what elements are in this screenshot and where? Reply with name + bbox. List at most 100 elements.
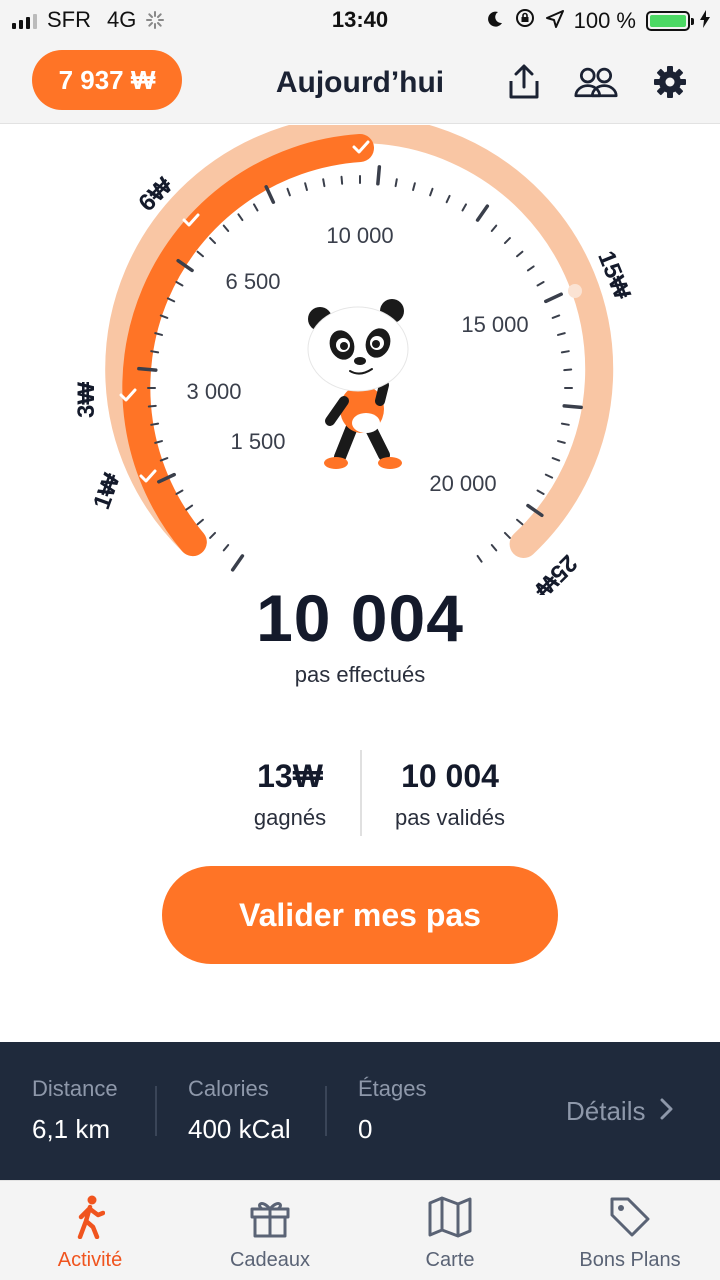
gauge-tick	[503, 237, 511, 245]
status-bar: SFR 4G 13:40 100 %	[0, 0, 720, 40]
validated-stat: 10 004 pas validés	[370, 758, 530, 831]
tick-label: 15 000	[461, 312, 528, 337]
gauge-tick	[394, 178, 398, 188]
points-balance-button[interactable]: 7 937 ₩	[32, 50, 182, 110]
validate-steps-button[interactable]: Valider mes pas	[162, 866, 558, 964]
earned-value: 13₩	[257, 758, 323, 794]
gauge-tick	[475, 204, 490, 222]
tab-carte[interactable]: Carte	[360, 1181, 540, 1280]
gauge-tick	[222, 544, 230, 552]
gauge-tick	[322, 178, 326, 188]
gauge-tick	[544, 292, 563, 304]
gift-icon	[248, 1195, 292, 1241]
tab-label: Bons Plans	[579, 1249, 681, 1271]
gauge-tick	[516, 518, 524, 526]
gauge-tick	[445, 194, 451, 204]
rotation-lock-icon	[514, 7, 536, 35]
tab-label: Carte	[425, 1249, 475, 1271]
panda-mascot	[307, 299, 409, 469]
gauge-tick	[209, 531, 217, 539]
battery-icon	[646, 11, 694, 31]
gauge-tick	[429, 187, 434, 197]
validated-value: 10 004	[401, 758, 499, 794]
gauge-tick	[476, 554, 483, 563]
gauge-tick	[222, 224, 230, 232]
gauge-tick	[544, 473, 554, 479]
gauge-tick	[536, 489, 545, 495]
gauge-tick	[412, 182, 416, 191]
floors-label: Étages	[358, 1076, 427, 1101]
floors-value: 0	[358, 1114, 373, 1144]
gauge-tick	[209, 237, 217, 245]
gauge-tick	[503, 531, 511, 539]
gauge-tick	[526, 265, 535, 272]
validated-label: pas validés	[394, 805, 506, 830]
milestone-dot-15	[568, 284, 582, 298]
gauge-tick	[150, 422, 160, 426]
gauge-tick	[253, 203, 259, 212]
earned-label: gagnés	[253, 805, 327, 830]
friends-icon[interactable]	[574, 60, 618, 104]
gauge-tick	[557, 332, 566, 336]
charging-icon	[700, 8, 710, 34]
gauge-tick	[560, 350, 570, 354]
gauge-tick	[196, 250, 204, 258]
moon-icon	[486, 8, 504, 34]
map-icon	[426, 1195, 474, 1241]
info-divider	[155, 1086, 157, 1136]
details-link[interactable]: Détails	[566, 1096, 673, 1127]
tag-icon	[608, 1195, 652, 1241]
gauge-tick	[147, 404, 157, 408]
tab-bar: Activité Cadeaux Carte Bons Plans	[0, 1180, 720, 1280]
tab-cadeaux[interactable]: Cadeaux	[180, 1181, 360, 1280]
walking-icon	[75, 1195, 106, 1241]
tick-label: 6 500	[225, 269, 280, 294]
gauge-tick	[264, 185, 276, 204]
chevron-right-icon	[659, 1096, 673, 1127]
gauge-tick	[560, 422, 570, 426]
gauge-tick	[185, 504, 194, 511]
gauge-tick	[159, 457, 169, 462]
tick-label: 10 000	[326, 223, 393, 248]
summary-stats: 13₩ gagnés 10 004 pas validés	[0, 750, 720, 840]
gauge-tick	[286, 187, 291, 197]
tab-label: Activité	[57, 1249, 123, 1271]
distance-value: 6,1 km	[32, 1114, 111, 1144]
gauge-tick	[557, 440, 566, 444]
gauge-tick	[490, 224, 498, 232]
calories-value: 400 kCal	[188, 1114, 291, 1144]
tab-activite[interactable]: Activité	[0, 1181, 180, 1280]
earned-stat: 13₩ gagnés	[220, 758, 360, 831]
activity-info-bar: Distance 6,1 km Calories 400 kCal Étages…	[0, 1042, 720, 1180]
gauge-tick	[150, 350, 160, 354]
gauge-tick	[376, 165, 382, 186]
gauge-tick	[563, 368, 573, 372]
location-icon	[545, 8, 564, 34]
gauge-tick	[159, 314, 169, 319]
battery-percent: 100 %	[573, 8, 636, 33]
steps-caption: pas effectués	[294, 662, 426, 687]
step-gauge: 1 500 3 000 6 500 10 000 15 000 20 000 1…	[0, 115, 720, 604]
gauge-tick	[340, 175, 344, 185]
stats-divider	[360, 750, 362, 836]
tick-label: 20 000	[429, 471, 496, 496]
gauge-tick	[304, 182, 308, 191]
share-icon[interactable]	[502, 60, 546, 104]
gauge-tick	[490, 544, 498, 552]
gauge-tick	[196, 518, 204, 526]
calories-stat: Calories 400 kCal	[188, 1076, 291, 1145]
tab-bons-plans[interactable]: Bons Plans	[540, 1181, 720, 1280]
gauge-tick	[551, 457, 561, 462]
gauge-tick	[536, 281, 545, 287]
floors-stat: Étages 0	[358, 1076, 427, 1145]
distance-stat: Distance 6,1 km	[32, 1076, 118, 1145]
gauge-tick	[166, 297, 176, 303]
gear-icon[interactable]	[648, 60, 692, 104]
tick-label: 3 000	[186, 379, 241, 404]
gauge-tick	[137, 366, 158, 372]
gauge-tick	[461, 203, 467, 212]
tick-label: 1 500	[230, 429, 285, 454]
header: 7 937 ₩ Aujourd’hui	[0, 40, 720, 124]
steps-count: 10 004	[256, 581, 464, 655]
gauge-tick	[175, 281, 184, 287]
